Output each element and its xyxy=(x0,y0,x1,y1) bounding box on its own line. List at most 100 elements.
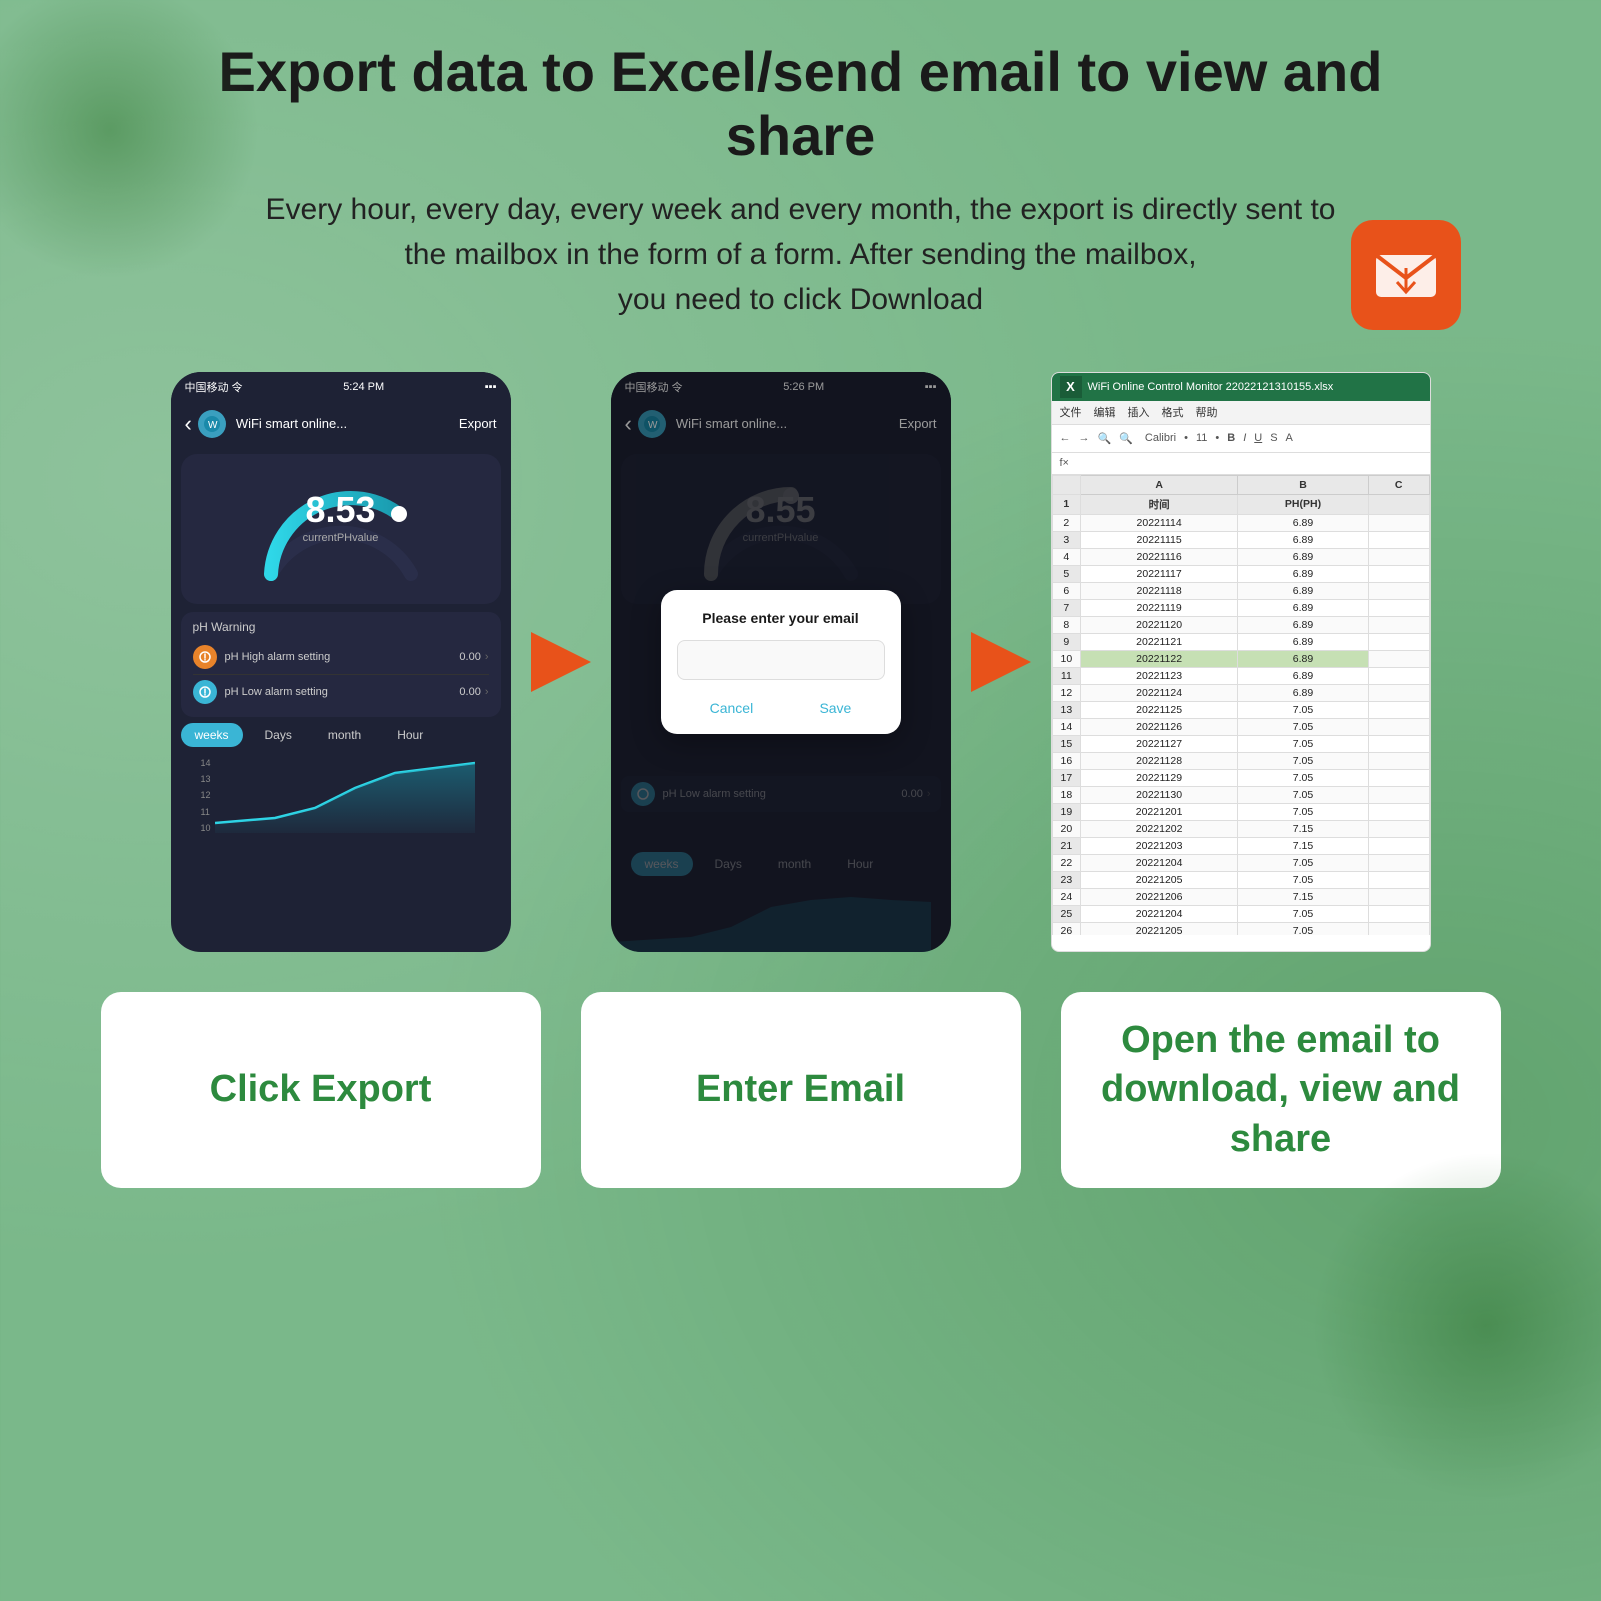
excel-cell-11-a: 20221123 xyxy=(1081,667,1238,684)
excel-row-num-13: 13 xyxy=(1052,701,1081,718)
phone1-time: 5:24 PM xyxy=(343,381,384,393)
arrow2-shape xyxy=(971,632,1031,692)
excel-formula-bar: f× xyxy=(1052,453,1430,475)
email-icon-box xyxy=(1351,220,1461,330)
phone1-warning-section: pH Warning pH High alarm setting 0.00 › … xyxy=(181,612,501,717)
excel-cell-9-c xyxy=(1368,633,1429,650)
phone1-tab-month[interactable]: month xyxy=(314,723,375,747)
excel-menu-edit[interactable]: 编辑 xyxy=(1094,404,1116,420)
excel-row-17: 17202211297.05 xyxy=(1052,769,1429,786)
excel-cell-4-c xyxy=(1368,548,1429,565)
phone1-app-title: WiFi smart online... xyxy=(236,416,347,431)
excel-cell-20-b: 7.15 xyxy=(1238,820,1369,837)
excel-row-2: 2202211146.89 xyxy=(1052,514,1429,531)
excel-row-15: 15202211277.05 xyxy=(1052,735,1429,752)
excel-data-table: A B C 1时间PH(PH)2202211146.893202211156.8… xyxy=(1052,475,1430,935)
dialog-cancel-button[interactable]: Cancel xyxy=(690,696,774,720)
phone1-back-button[interactable]: ‹ xyxy=(185,411,192,437)
phone1-export-button[interactable]: Export xyxy=(459,416,497,431)
excel-cell-17-a: 20221129 xyxy=(1081,769,1238,786)
phone1-tab-days[interactable]: Days xyxy=(251,723,306,747)
excel-cell-8-a: 20221120 xyxy=(1081,616,1238,633)
excel-row-10: 10202211226.89 xyxy=(1052,650,1429,667)
excel-fx-label: f× xyxy=(1060,457,1069,469)
phone1-tab-weeks[interactable]: weeks xyxy=(181,723,243,747)
header-section: Export data to Excel/send email to view … xyxy=(101,0,1501,342)
excel-cell-17-b: 7.05 xyxy=(1238,769,1369,786)
excel-row-22: 22202212047.05 xyxy=(1052,854,1429,871)
excel-row-num-1: 1 xyxy=(1052,494,1081,514)
excel-cell-9-b: 6.89 xyxy=(1238,633,1369,650)
excel-row-26: 26202212057.05 xyxy=(1052,922,1429,935)
phone1-tabs: weeks Days month Hour xyxy=(181,723,501,747)
excel-cell-19-c xyxy=(1368,803,1429,820)
excel-row-6: 6202211186.89 xyxy=(1052,582,1429,599)
email-icon-container xyxy=(1351,220,1461,330)
excel-row-5: 5202211176.89 xyxy=(1052,565,1429,582)
phone1-gauge-section: 8.53 currentPHvalue xyxy=(181,454,501,604)
dialog-email-input[interactable] xyxy=(677,640,885,680)
excel-col-a-header: A xyxy=(1081,475,1238,494)
arrow1 xyxy=(521,632,601,692)
excel-row-num-9: 9 xyxy=(1052,633,1081,650)
excel-menu-insert[interactable]: 插入 xyxy=(1128,404,1150,420)
phone2-mockup: 中国移动 令 5:26 PM ▪▪▪ ‹ W WiFi smart online… xyxy=(611,372,951,952)
excel-row-num-17: 17 xyxy=(1052,769,1081,786)
excel-cell-19-a: 20221201 xyxy=(1081,803,1238,820)
phone1-nav-bar: ‹ W WiFi smart online... Export xyxy=(171,402,511,446)
excel-cell-3-c xyxy=(1368,531,1429,548)
excel-cell-6-a: 20221118 xyxy=(1081,582,1238,599)
excel-cell-12-a: 20221124 xyxy=(1081,684,1238,701)
excel-cell-7-a: 20221119 xyxy=(1081,599,1238,616)
excel-cell-11-c xyxy=(1368,667,1429,684)
excel-cell-16-a: 20221128 xyxy=(1081,752,1238,769)
excel-cell-3-a: 20221115 xyxy=(1081,531,1238,548)
phone1-warning-high-label: pH High alarm setting xyxy=(225,651,460,663)
excel-cell-16-b: 7.05 xyxy=(1238,752,1369,769)
phone1-warning-icon-high xyxy=(193,645,217,669)
excel-row-num-11: 11 xyxy=(1052,667,1081,684)
excel-cell-10-c xyxy=(1368,650,1429,667)
phone1-tab-hour[interactable]: Hour xyxy=(383,723,437,747)
dialog-save-button[interactable]: Save xyxy=(799,696,871,720)
excel-cell-22-b: 7.05 xyxy=(1238,854,1369,871)
phone1-logo: W xyxy=(198,410,226,438)
excel-cell-26-c xyxy=(1368,922,1429,935)
phone1-warning-low-label: pH Low alarm setting xyxy=(225,686,460,698)
excel-cell-23-c xyxy=(1368,871,1429,888)
excel-row-num-3: 3 xyxy=(1052,531,1081,548)
excel-row-25: 25202212047.05 xyxy=(1052,905,1429,922)
excel-x-logo: X xyxy=(1060,376,1082,398)
excel-cell-15-a: 20221127 xyxy=(1081,735,1238,752)
excel-cell-21-b: 7.15 xyxy=(1238,837,1369,854)
page-title: Export data to Excel/send email to view … xyxy=(181,40,1421,169)
excel-cell-21-c xyxy=(1368,837,1429,854)
phone1-warning-title: pH Warning xyxy=(193,620,489,634)
excel-cell-17-c xyxy=(1368,769,1429,786)
phone1-warning-item-high: pH High alarm setting 0.00 › xyxy=(193,640,489,675)
excel-row-num-4: 4 xyxy=(1052,548,1081,565)
excel-cell-4-a: 20221116 xyxy=(1081,548,1238,565)
excel-cell-15-c xyxy=(1368,735,1429,752)
email-icon xyxy=(1371,240,1441,310)
excel-cell-23-b: 7.05 xyxy=(1238,871,1369,888)
excel-cell-22-a: 20221204 xyxy=(1081,854,1238,871)
decorative-leaf-right xyxy=(1311,1151,1601,1501)
excel-cell-24-a: 20221206 xyxy=(1081,888,1238,905)
excel-cell-18-b: 7.05 xyxy=(1238,786,1369,803)
excel-cell-21-a: 20221203 xyxy=(1081,837,1238,854)
excel-row-num-2: 2 xyxy=(1052,514,1081,531)
excel-menu-file[interactable]: 文件 xyxy=(1060,404,1082,420)
excel-cell-5-b: 6.89 xyxy=(1238,565,1369,582)
excel-cell-26-a: 20221205 xyxy=(1081,922,1238,935)
excel-row-num-6: 6 xyxy=(1052,582,1081,599)
excel-cell-1-c xyxy=(1368,494,1429,514)
phone2-dialog-box: Please enter your email Cancel Save xyxy=(661,590,901,734)
excel-menu-format[interactable]: 格式 xyxy=(1162,404,1184,420)
excel-menu-help[interactable]: 帮助 xyxy=(1196,404,1218,420)
label-text-2: Enter Email xyxy=(696,1065,905,1114)
excel-cell-24-c xyxy=(1368,888,1429,905)
phone1-warning-low-value: 0.00 xyxy=(459,686,480,698)
excel-row-12: 12202211246.89 xyxy=(1052,684,1429,701)
dialog-title: Please enter your email xyxy=(677,610,885,626)
